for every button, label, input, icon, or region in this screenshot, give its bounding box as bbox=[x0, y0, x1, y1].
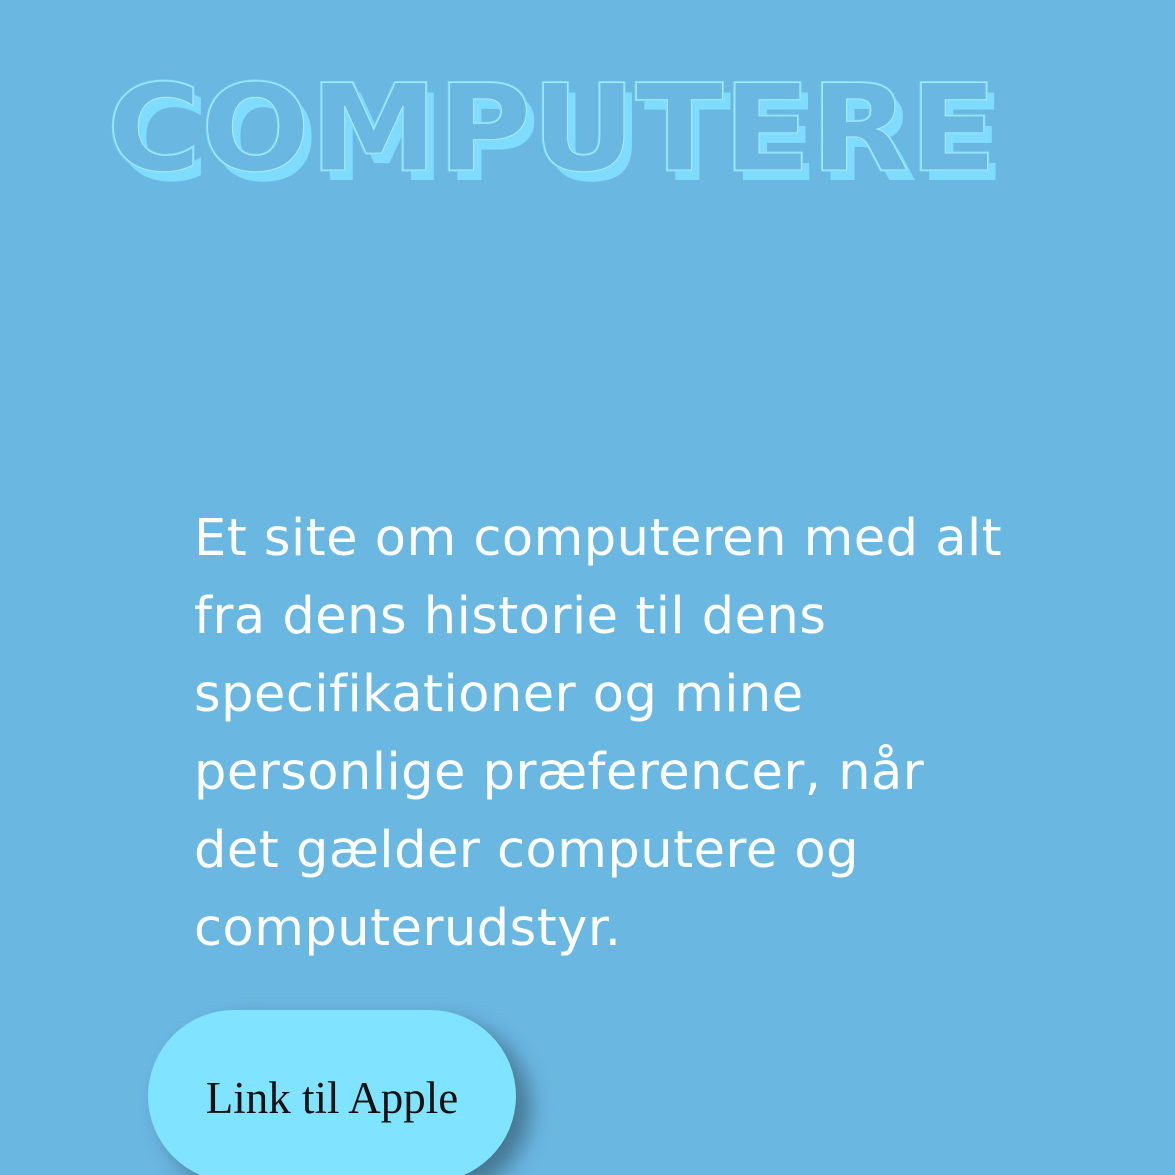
apple-link-button[interactable]: Link til Apple bbox=[148, 1010, 516, 1175]
site-description: Et site om computeren med alt fra dens h… bbox=[194, 509, 1003, 958]
page-title-inline: COMPUTERE bbox=[107, 60, 997, 199]
page-title-graphic: COMPUTERE COMPUTERE COMPUTERE bbox=[106, 59, 1006, 210]
page-title: COMPUTERE COMPUTERE COMPUTERE bbox=[105, 59, 1006, 210]
apple-link-label: Link til Apple bbox=[205, 1073, 459, 1123]
